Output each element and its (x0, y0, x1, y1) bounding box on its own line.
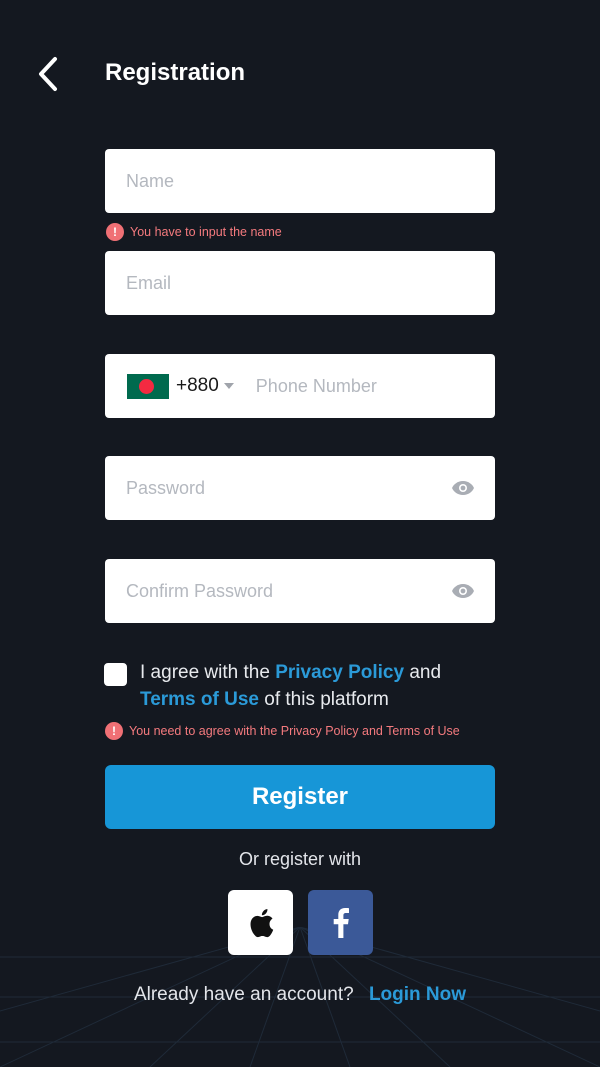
show-password-button[interactable] (443, 468, 483, 508)
chevron-left-icon (39, 57, 57, 91)
apple-signin-button[interactable] (228, 890, 293, 955)
agree-suffix: of this platform (258, 689, 389, 710)
or-register-with-label: Or register with (238, 849, 362, 869)
name-input[interactable] (105, 149, 495, 213)
privacy-policy-link[interactable]: Privacy Policy (275, 662, 404, 683)
terms-of-use-link[interactable]: Terms of Use (140, 689, 259, 710)
page-title: Registration (105, 59, 246, 86)
agree-error: ! You need to agree with the Privacy Pol… (105, 722, 460, 740)
email-field[interactable] (105, 251, 495, 315)
agree-checkbox[interactable] (104, 663, 127, 686)
agree-middle: and (404, 662, 442, 683)
agree-prefix: I agree with the (140, 662, 276, 683)
eye-icon (452, 584, 474, 598)
phone-input[interactable] (233, 354, 495, 418)
agree-text: I agree with the Privacy Policy and Term… (140, 659, 500, 713)
phone-field[interactable]: +880 (105, 354, 495, 418)
bangladesh-flag-icon (127, 373, 169, 399)
eye-icon (452, 481, 474, 495)
error-icon: ! (105, 722, 123, 740)
apple-icon (250, 908, 273, 937)
error-icon: ! (106, 223, 124, 241)
login-now-link[interactable]: Login Now (369, 984, 466, 1005)
confirm-password-field[interactable] (105, 559, 495, 623)
back-button[interactable] (26, 52, 70, 96)
name-error: ! You have to input the name (106, 223, 282, 241)
password-input[interactable] (105, 456, 443, 520)
show-confirm-password-button[interactable] (443, 571, 483, 611)
confirm-password-input[interactable] (105, 559, 443, 623)
email-input[interactable] (105, 251, 495, 315)
name-field[interactable] (105, 149, 495, 213)
register-button[interactable]: Register (105, 765, 495, 829)
name-error-text: You have to input the name (130, 225, 282, 239)
facebook-signin-button[interactable] (308, 890, 373, 955)
country-code-selector[interactable]: +880 (105, 354, 234, 418)
login-prompt: Already have an account? Login Now (0, 984, 600, 1006)
already-have-account-text: Already have an account? (133, 984, 354, 1005)
caret-down-icon (223, 383, 234, 389)
facebook-icon (333, 907, 349, 938)
agree-error-text: You need to agree with the Privacy Polic… (129, 724, 460, 738)
password-field[interactable] (105, 456, 495, 520)
dial-code: +880 (176, 375, 219, 396)
